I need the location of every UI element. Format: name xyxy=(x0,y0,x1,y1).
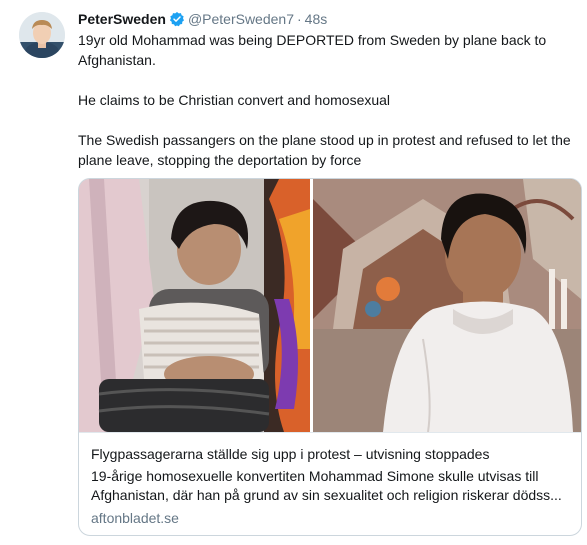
card-photo-plane-passenger xyxy=(79,179,310,432)
tweet-text-paragraph-3: The Swedish passangers on the plane stoo… xyxy=(78,132,571,168)
tweet-text-paragraph-1: 19yr old Mohammad was being DEPORTED fro… xyxy=(78,32,547,68)
card-image-area[interactable] xyxy=(79,179,581,432)
link-card[interactable]: Flygpassagerarna ställde sig upp i prote… xyxy=(78,178,582,536)
timestamp-link[interactable]: 48s xyxy=(305,11,328,27)
author-handle[interactable]: @PeterSweden7 xyxy=(188,11,294,27)
card-domain: aftonbladet.se xyxy=(91,510,179,526)
verified-badge-icon xyxy=(169,11,185,32)
card-title: Flygpassagerarna ställde sig upp i prote… xyxy=(91,446,490,462)
tweet-text-paragraph-2: He claims to be Christian convert and ho… xyxy=(78,92,391,108)
tweet-text: 19yr old Mohammad was being DEPORTED fro… xyxy=(78,30,578,170)
card-text-area[interactable]: Flygpassagerarna ställde sig upp i prote… xyxy=(79,432,581,535)
separator-dot: · xyxy=(297,11,302,27)
tweet-header: PeterSweden @PeterSweden7 · 48s xyxy=(78,9,327,32)
card-description: 19-årige homosexuelle konvertiten Mohamm… xyxy=(91,468,562,503)
card-photo-church-portrait xyxy=(313,179,581,432)
tweet[interactable]: PeterSweden @PeterSweden7 · 48s 19yr old Mo… xyxy=(0,0,587,545)
avatar[interactable] xyxy=(19,12,65,58)
author-name[interactable]: PeterSweden xyxy=(78,11,166,27)
